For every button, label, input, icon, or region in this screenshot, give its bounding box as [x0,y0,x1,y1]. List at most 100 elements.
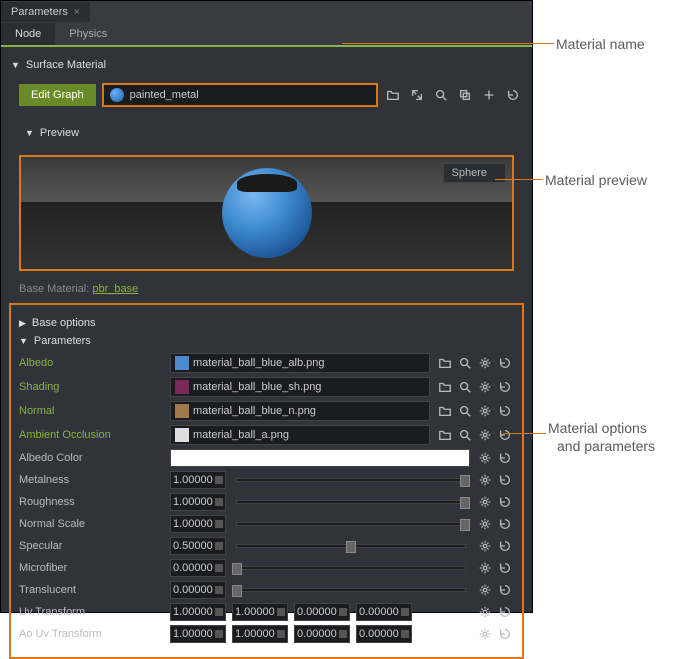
gear-icon[interactable] [476,354,494,372]
link-icon[interactable] [215,542,223,550]
gear-icon[interactable] [476,402,494,420]
gear-icon[interactable] [476,537,494,555]
slider[interactable] [236,588,466,592]
reset-icon[interactable] [496,402,514,420]
gear-icon[interactable] [476,449,494,467]
edit-graph-button[interactable]: Edit Graph [19,84,96,106]
search-icon[interactable] [456,354,474,372]
section-base-options[interactable]: ▶ Base options [19,317,514,329]
link-icon[interactable] [401,608,409,616]
number-input[interactable]: 1.00000 [170,603,226,621]
material-name-field[interactable] [102,83,378,107]
search-icon[interactable] [456,402,474,420]
link-icon[interactable] [277,608,285,616]
link-icon[interactable] [401,630,409,638]
gear-icon[interactable] [476,625,494,643]
slider[interactable] [236,478,466,482]
panel-tab-parameters[interactable]: Parameters × [1,2,90,22]
gear-icon[interactable] [476,559,494,577]
folder-icon[interactable] [436,378,454,396]
folder-icon[interactable] [436,354,454,372]
slider-handle[interactable] [460,519,470,531]
section-parameters[interactable]: ▼ Parameters [19,335,514,347]
slider-handle[interactable] [346,541,356,553]
slider-handle[interactable] [232,585,242,597]
section-surface-material[interactable]: ▼ Surface Material [11,59,522,71]
reset-icon[interactable] [496,537,514,555]
reset-icon[interactable] [496,581,514,599]
reset-icon[interactable] [496,471,514,489]
link-icon[interactable] [215,476,223,484]
material-preview[interactable]: Sphere [21,157,512,269]
color-swatch[interactable] [170,449,470,467]
texture-thumb-icon [175,404,189,418]
number-input[interactable]: 0.00000 [294,625,350,643]
texture-field[interactable]: material_ball_a.png [170,425,430,445]
link-icon[interactable] [339,630,347,638]
number-input[interactable]: 0.00000 [170,559,226,577]
search-icon[interactable] [456,378,474,396]
number-input[interactable]: 0.00000 [356,603,412,621]
slider[interactable] [236,500,466,504]
slider[interactable] [236,544,466,548]
number-input[interactable]: 1.00000 [170,625,226,643]
link-icon[interactable] [215,608,223,616]
search-icon[interactable] [456,426,474,444]
folder-icon[interactable] [436,426,454,444]
texture-field[interactable]: material_ball_blue_n.png [170,401,430,421]
preview-shape-dropdown[interactable]: Sphere [443,163,506,183]
slider-handle[interactable] [460,475,470,487]
number-input[interactable]: 0.00000 [356,625,412,643]
reset-icon[interactable] [496,378,514,396]
reset-icon[interactable] [504,86,522,104]
clone-icon[interactable] [456,86,474,104]
number-input[interactable]: 1.00000 [170,515,226,533]
section-preview[interactable]: ▼ Preview [25,127,522,139]
link-icon[interactable] [215,520,223,528]
reset-icon[interactable] [496,603,514,621]
number-input[interactable]: 1.00000 [170,471,226,489]
tab-node[interactable]: Node [1,23,55,45]
gear-icon[interactable] [476,493,494,511]
link-icon[interactable] [215,564,223,572]
gear-icon[interactable] [476,581,494,599]
add-icon[interactable] [480,86,498,104]
base-material-link[interactable]: pbr_base [92,283,138,295]
texture-field[interactable]: material_ball_blue_alb.png [170,353,430,373]
reset-icon[interactable] [496,493,514,511]
expand-icon[interactable] [408,86,426,104]
number-input[interactable]: 0.00000 [170,581,226,599]
reset-icon[interactable] [496,515,514,533]
gear-icon[interactable] [476,471,494,489]
number-input[interactable]: 1.00000 [170,493,226,511]
reset-icon[interactable] [496,426,514,444]
reset-icon[interactable] [496,625,514,643]
reset-icon[interactable] [496,449,514,467]
slider[interactable] [236,522,466,526]
tab-physics[interactable]: Physics [55,23,121,45]
gear-icon[interactable] [476,426,494,444]
gear-icon[interactable] [476,378,494,396]
search-icon[interactable] [432,86,450,104]
close-icon[interactable]: × [74,7,80,18]
number-input[interactable]: 1.00000 [232,603,288,621]
slider-handle[interactable] [460,497,470,509]
gear-icon[interactable] [476,603,494,621]
link-icon[interactable] [215,498,223,506]
number-input[interactable]: 0.50000 [170,537,226,555]
link-icon[interactable] [339,608,347,616]
material-name-input[interactable] [130,89,370,101]
texture-field[interactable]: material_ball_blue_sh.png [170,377,430,397]
link-icon[interactable] [215,586,223,594]
link-icon[interactable] [215,630,223,638]
number-input[interactable]: 0.00000 [294,603,350,621]
gear-icon[interactable] [476,515,494,533]
number-input[interactable]: 1.00000 [232,625,288,643]
reset-icon[interactable] [496,559,514,577]
folder-icon[interactable] [436,402,454,420]
folder-icon[interactable] [384,86,402,104]
slider-handle[interactable] [232,563,242,575]
reset-icon[interactable] [496,354,514,372]
slider[interactable] [236,566,466,570]
link-icon[interactable] [277,630,285,638]
